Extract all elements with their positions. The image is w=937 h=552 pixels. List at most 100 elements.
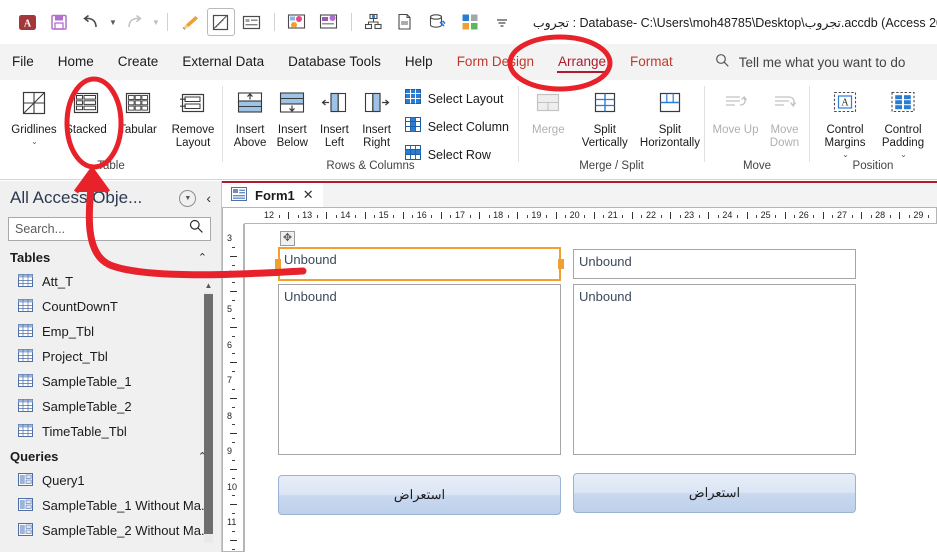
insert-above-button[interactable]: Insert Above <box>229 84 271 150</box>
select-layout-label: Select Layout <box>427 92 504 106</box>
tab-external-data[interactable]: External Data <box>170 44 276 80</box>
ruler-corner <box>222 207 245 225</box>
selection-handle-left[interactable] <box>275 259 281 269</box>
nav-item-sampletable-1[interactable]: SampleTable_1 <box>0 369 221 394</box>
stacked-button[interactable]: Stacked <box>60 84 112 137</box>
ruler-h-label: 28 <box>875 210 886 220</box>
tab-format[interactable]: Format <box>618 44 685 80</box>
textbox-right-large[interactable]: Unbound <box>573 284 856 455</box>
tab-file[interactable]: File <box>0 44 46 80</box>
split-horizontally-button[interactable]: Split Horizontally <box>636 84 704 150</box>
ruler-h-tick <box>775 215 777 218</box>
browse-button-right[interactable]: استعراض <box>573 473 856 513</box>
nav-group-tables[interactable]: Tables ⌃ <box>0 245 221 269</box>
ruler-v-tick <box>232 353 235 355</box>
control-padding-icon <box>887 87 919 121</box>
tab-arrange[interactable]: Arrange <box>546 44 618 80</box>
ruler-h-tick <box>526 215 528 218</box>
search-box[interactable] <box>8 217 211 241</box>
ruler-h-label: 16 <box>416 210 427 220</box>
format-painter-icon[interactable] <box>175 7 205 37</box>
datasheet-view-icon[interactable] <box>282 7 312 37</box>
textbox-left-top[interactable]: Unbound <box>278 247 561 281</box>
nav-item-countdownt[interactable]: CountDownT <box>0 294 221 319</box>
nav-item-query1[interactable]: Query1 <box>0 468 221 493</box>
browse-button-left[interactable]: استعراض <box>278 475 561 515</box>
customize-qat-icon[interactable] <box>487 7 517 37</box>
relationships-icon[interactable] <box>359 7 389 37</box>
svg-text:A: A <box>841 98 849 109</box>
chevron-down-icon[interactable]: ▼ <box>179 189 197 207</box>
form-detail-section[interactable]: ✥ Unbound Unbound Unbound Unbound استعرا… <box>248 227 937 552</box>
scrollbar-thumb[interactable] <box>204 294 213 534</box>
ruler-v-tick <box>232 282 235 284</box>
nav-group-queries[interactable]: Queries ⌃ <box>0 444 221 468</box>
ruler-h-tick <box>899 212 901 219</box>
ruler-h-tick <box>555 212 557 219</box>
nav-item-sampletable-1-without-matching[interactable]: SampleTable_1 Without Ma... <box>0 493 221 518</box>
nav-item-sampletable-2-without-matching[interactable]: SampleTable_2 Without Ma... <box>0 518 221 543</box>
navigation-scrollbar[interactable]: ▲ <box>202 279 215 543</box>
ruler-v-tick <box>232 459 235 461</box>
select-layout-button[interactable]: Select Layout <box>402 88 512 110</box>
insert-left-button[interactable]: Insert Left <box>313 84 355 150</box>
ruler-h-tick <box>545 215 547 218</box>
ruler-v-tick <box>232 371 235 373</box>
navigation-object-list[interactable]: Tables ⌃ Att_T CountDownT Emp_Tbl Projec… <box>0 245 221 545</box>
save-icon[interactable] <box>44 7 74 37</box>
nav-item-project-tbl[interactable]: Project_Tbl <box>0 344 221 369</box>
undo-dropdown-icon[interactable]: ▼ <box>109 18 117 27</box>
control-padding-button[interactable]: Control Padding ⌄ <box>874 84 932 159</box>
qat-separator-3 <box>350 13 352 31</box>
svg-text:A: A <box>23 18 31 29</box>
ribbon-group-position: A Control Margins ⌄ Control Padding ⌄ Po… <box>810 80 936 180</box>
form-view-icon[interactable] <box>237 7 267 37</box>
tabular-button[interactable]: Tabular <box>112 84 164 137</box>
app-grid-icon[interactable] <box>455 7 485 37</box>
nav-item-emp-tbl[interactable]: Emp_Tbl <box>0 319 221 344</box>
insert-below-button[interactable]: Insert Below <box>271 84 313 150</box>
search-input[interactable] <box>15 222 189 236</box>
selection-handle-right[interactable] <box>558 259 564 269</box>
collapse-pane-icon[interactable]: ‹ <box>206 190 215 206</box>
tab-help[interactable]: Help <box>393 44 445 80</box>
ruler-h-label: 27 <box>836 210 848 220</box>
undo-icon[interactable] <box>76 7 106 37</box>
nav-item-label: SampleTable_2 Without Ma... <box>42 523 212 538</box>
textbox-right-top[interactable]: Unbound <box>573 249 856 279</box>
gridlines-dropdown-icon[interactable]: ⌄ <box>31 137 38 146</box>
ruler-h-tick <box>708 212 710 219</box>
tab-create[interactable]: Create <box>106 44 171 80</box>
database-tools-icon[interactable] <box>423 7 453 37</box>
scroll-up-icon[interactable]: ▲ <box>202 279 215 292</box>
nav-item-att-t[interactable]: Att_T <box>0 269 221 294</box>
ruler-v-tick <box>232 335 235 337</box>
document-tab-form1[interactable]: Form1 ✕ <box>222 183 323 207</box>
split-vertically-button[interactable]: Split Vertically <box>574 84 636 150</box>
design-view-icon[interactable] <box>206 8 235 36</box>
nav-item-sampletable-2[interactable]: SampleTable_2 <box>0 394 221 419</box>
ruler-v-tick <box>232 406 235 408</box>
tab-home[interactable]: Home <box>46 44 106 80</box>
split-horizontally-label: Split Horizontally <box>639 124 700 149</box>
close-icon[interactable]: ✕ <box>303 187 314 203</box>
search-icon[interactable] <box>189 219 204 239</box>
tab-database-tools[interactable]: Database Tools <box>276 44 393 80</box>
form-design-canvas[interactable]: ✥ Unbound Unbound Unbound Unbound استعرا… <box>244 224 937 552</box>
insert-right-button[interactable]: Insert Right <box>356 84 398 150</box>
control-margins-button[interactable]: A Control Margins ⌄ <box>816 84 874 159</box>
print-preview-icon[interactable] <box>391 7 421 37</box>
chevron-up-icon[interactable]: ⌃ <box>198 251 207 264</box>
tab-form-design[interactable]: Form Design <box>445 44 546 80</box>
nav-group-forms[interactable]: Forms ⌃ <box>0 543 221 545</box>
textbox-left-large[interactable]: Unbound <box>278 284 561 455</box>
tell-me-search[interactable]: Tell me what you want to do <box>715 53 905 71</box>
remove-layout-button[interactable]: Remove Layout <box>164 84 222 150</box>
layout-move-handle[interactable]: ✥ <box>280 231 295 246</box>
gridlines-button[interactable]: Gridlines ⌄ <box>8 84 60 146</box>
select-column-icon <box>404 117 421 137</box>
nav-item-timetable-tbl[interactable]: TimeTable_Tbl <box>0 419 221 444</box>
select-column-button[interactable]: Select Column <box>402 116 512 138</box>
document-tab-label: Form1 <box>255 187 295 203</box>
layout-view-icon[interactable] <box>314 7 344 37</box>
